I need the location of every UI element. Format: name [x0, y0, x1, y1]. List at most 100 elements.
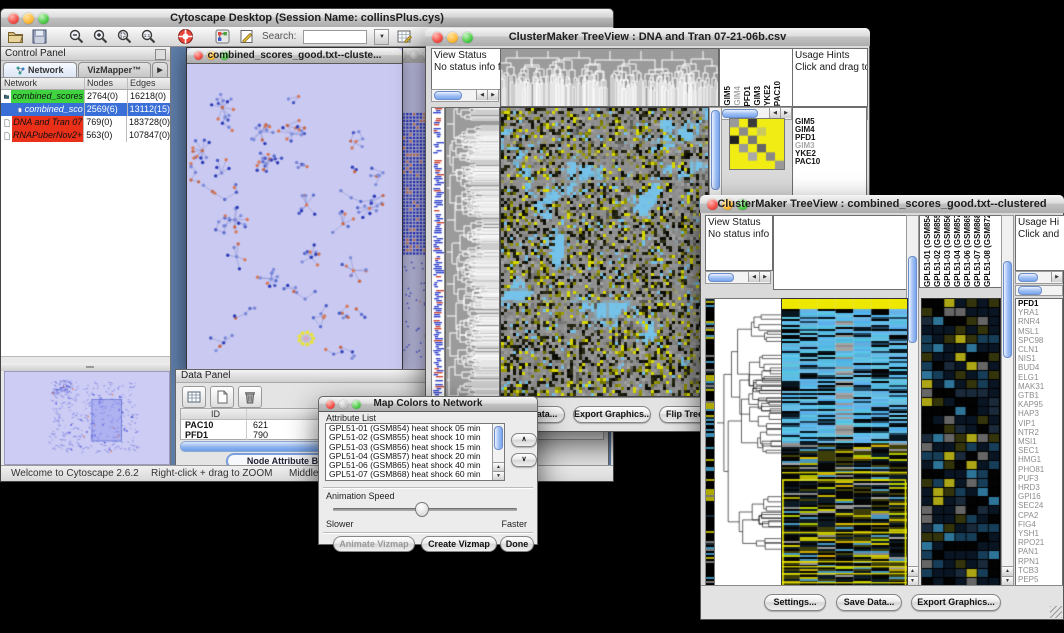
move-down-button[interactable]: ∨: [511, 453, 537, 467]
gene-label[interactable]: RPN1: [1016, 557, 1062, 566]
view-status-hscrollbar[interactable]: [431, 89, 499, 102]
search-input[interactable]: [303, 30, 367, 44]
global-overview-strip[interactable]: [431, 107, 445, 397]
gene-label[interactable]: NIS1: [1016, 354, 1062, 363]
column-label[interactable]: GPL51-02 (GSM855): [933, 215, 943, 287]
gene-label[interactable]: NTR2: [1016, 428, 1062, 437]
annotation-icon[interactable]: [238, 28, 255, 45]
gene-label[interactable]: PEP5: [1016, 575, 1062, 584]
gene-label[interactable]: PUF3: [1016, 474, 1062, 483]
heatmap-zoom-panel[interactable]: [921, 298, 1001, 595]
attribute-browser-icon[interactable]: [396, 28, 413, 45]
scroll-left-icon[interactable]: [769, 108, 780, 118]
new-attribute-button[interactable]: [210, 386, 234, 408]
resize-grip[interactable]: [1050, 606, 1062, 618]
column-label[interactable]: GPL51-03 (GSM856): [943, 215, 953, 287]
column-label[interactable]: PAC10: [773, 81, 783, 106]
gene-label[interactable]: KAP95: [1016, 400, 1062, 409]
view-status-hscrollbar[interactable]: [705, 271, 771, 284]
gene-label[interactable]: RNR4: [1016, 317, 1062, 326]
help-lifering-icon[interactable]: [177, 28, 194, 45]
gene-label[interactable]: MAK31: [1016, 382, 1062, 391]
scroll-right-icon[interactable]: [487, 90, 498, 100]
network-row-dna-and-tran[interactable]: DNA and Tran 07 769(0) 183728(0): [1, 116, 170, 129]
tab-overflow-arrow[interactable]: ▶: [152, 62, 168, 77]
panel-splitter[interactable]: [1, 363, 170, 371]
gene-label[interactable]: PFD1: [1016, 299, 1062, 308]
gene-label[interactable]: MSI1: [1016, 437, 1062, 446]
column-label[interactable]: GIM3: [753, 86, 763, 106]
scroll-up-icon[interactable]: [907, 566, 918, 576]
usage-hints-hscrollbar[interactable]: [1015, 271, 1063, 284]
scroll-right-icon[interactable]: [780, 108, 791, 118]
gene-label[interactable]: GTB1: [1016, 391, 1062, 400]
gene-label[interactable]: YSH1: [1016, 529, 1062, 538]
gene-label[interactable]: BUD4: [1016, 363, 1062, 372]
scroll-up-icon[interactable]: [1002, 566, 1013, 576]
column-label[interactable]: GIM4: [733, 86, 743, 106]
network-row-combined-scores[interactable]: combined_scores 2764(0) 16218(0): [1, 90, 170, 103]
network-canvas[interactable]: [188, 64, 399, 369]
header-nodes[interactable]: Nodes: [85, 78, 128, 89]
gene-label[interactable]: RPO21: [1016, 538, 1062, 547]
column-label[interactable]: YKE2: [763, 85, 773, 106]
row-dendrogram[interactable]: [714, 298, 782, 595]
attribute-list-item[interactable]: GPL51-07 (GSM868) heat shock 60 min: [326, 470, 504, 479]
open-folder-icon[interactable]: [7, 28, 24, 45]
gene-list-hscrollbar[interactable]: [1015, 285, 1063, 296]
delete-attribute-button[interactable]: [238, 386, 262, 408]
save-data-button[interactable]: Save Data...: [836, 594, 902, 611]
network-row-rnapubernov2[interactable]: RNAPuberNov2+ 563(0) 107847(0): [1, 129, 170, 142]
column-id[interactable]: ID: [181, 409, 247, 419]
birds-eye-view[interactable]: [4, 371, 170, 465]
column-label[interactable]: GIM5: [723, 86, 733, 106]
gene-label[interactable]: ELG1: [1016, 373, 1062, 382]
column-label[interactable]: GPL51-08 (GSM872): [983, 215, 993, 287]
float-panel-icon[interactable]: [155, 49, 166, 60]
treeview2-titlebar[interactable]: ClusterMaker TreeView : combined_scores_…: [700, 195, 1064, 214]
select-attributes-button[interactable]: [182, 386, 206, 408]
gene-label[interactable]: TCB3: [1016, 566, 1062, 575]
treeview1-titlebar[interactable]: ClusterMaker TreeView : DNA and Tran 07-…: [425, 28, 870, 47]
header-edges[interactable]: Edges: [128, 78, 170, 89]
tab-network[interactable]: Network: [3, 62, 77, 77]
network-titlebar[interactable]: combined_scores_good.txt--cluste...: [187, 48, 402, 64]
scroll-left-icon[interactable]: [748, 272, 759, 282]
gene-label[interactable]: HAP3: [1016, 409, 1062, 418]
tab-vizmapper[interactable]: VizMapper™: [78, 62, 152, 77]
column-label[interactable]: GPL51-01 (GSM854): [923, 215, 933, 287]
animate-vizmap-button[interactable]: Animate Vizmap: [333, 536, 415, 552]
gene-label[interactable]: CLN1: [1016, 345, 1062, 354]
column-label[interactable]: PFD1: [743, 86, 753, 106]
gene-label[interactable]: SEC24: [1016, 501, 1062, 510]
network-row-combined-sco-selected[interactable]: combined_sco 2569(6) 13112(15): [1, 103, 170, 116]
selection-minimap[interactable]: [729, 118, 785, 170]
minimize-icon[interactable]: [410, 51, 419, 60]
row-dendrogram[interactable]: [445, 107, 500, 397]
zoom-selected-icon[interactable]: [116, 28, 133, 45]
settings-button[interactable]: Settings...: [764, 594, 826, 611]
zoom-actual-icon[interactable]: 1:1: [140, 28, 157, 45]
heatmap-main[interactable]: [781, 298, 908, 595]
column-dendrogram-area[interactable]: [773, 215, 908, 290]
column-label[interactable]: GPL51-07 (GSM868): [973, 215, 983, 287]
scroll-right-icon[interactable]: [1051, 272, 1062, 282]
create-vizmap-button[interactable]: Create Vizmap: [421, 536, 497, 552]
column-label[interactable]: GPL51-04 (GSM857): [953, 215, 963, 287]
move-up-button[interactable]: ∧: [511, 433, 537, 447]
done-button[interactable]: Done: [500, 536, 534, 552]
export-graphics-button[interactable]: Export Graphics...: [573, 406, 651, 423]
gene-label[interactable]: HRD3: [1016, 483, 1062, 492]
gene-label[interactable]: MSL1: [1016, 327, 1062, 336]
scroll-down-icon[interactable]: [493, 471, 504, 480]
slider-knob[interactable]: [415, 502, 429, 517]
dialog-titlebar[interactable]: Map Colors to Network: [319, 397, 537, 412]
column-label[interactable]: GPL51-06 (GSM865): [963, 215, 973, 287]
gene-label[interactable]: HMG1: [1016, 455, 1062, 464]
header-network[interactable]: Network: [1, 78, 85, 89]
heatmap-main[interactable]: [500, 107, 709, 397]
attribute-list-vscrollbar[interactable]: [492, 424, 504, 480]
save-icon[interactable]: [31, 28, 48, 45]
search-dropdown-icon[interactable]: [374, 29, 389, 45]
gene-label[interactable]: SEC1: [1016, 446, 1062, 455]
